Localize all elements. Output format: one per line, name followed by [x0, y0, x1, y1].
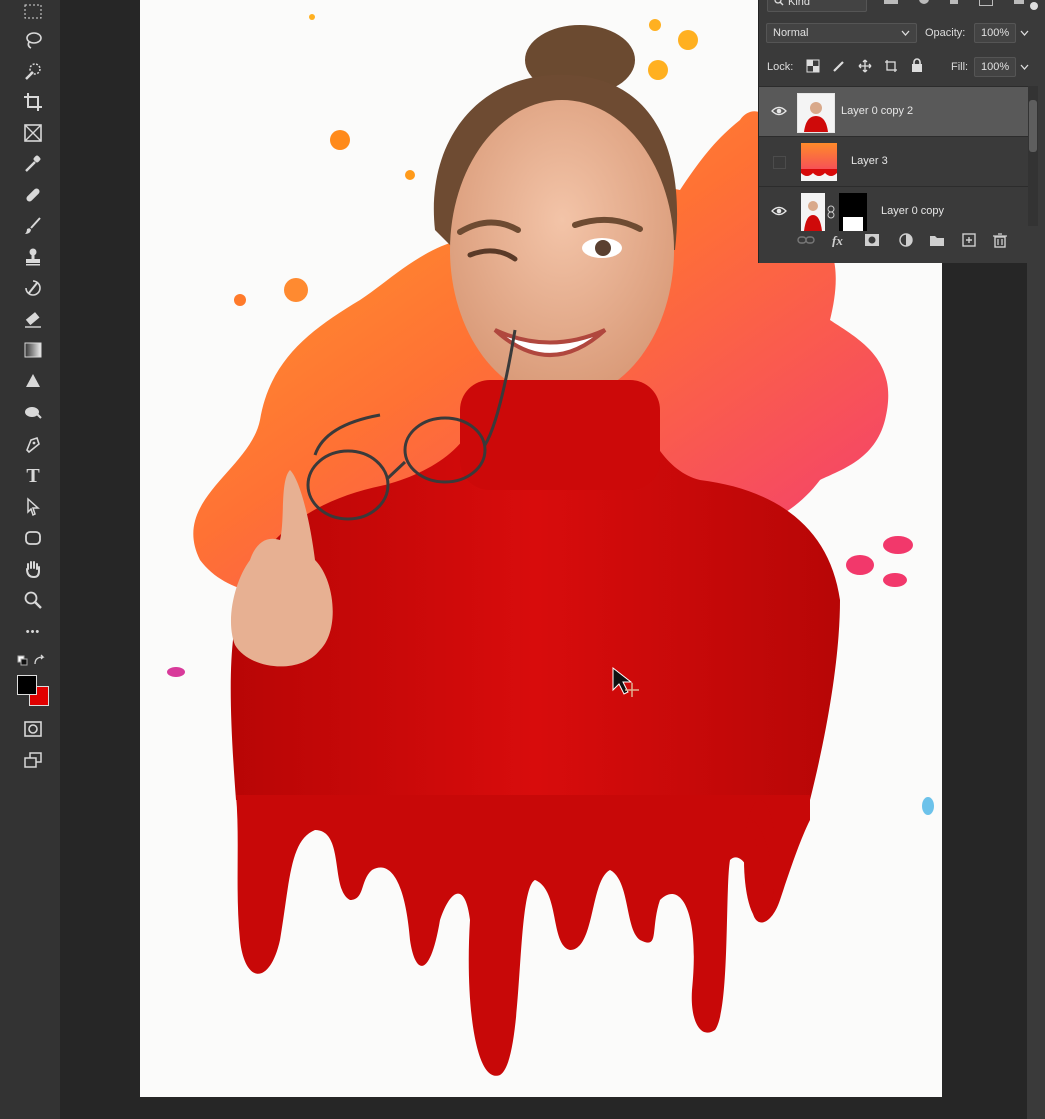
healing-tool-icon[interactable]: [18, 183, 48, 207]
fill-field[interactable]: 100%: [974, 57, 1016, 77]
fx-icon[interactable]: fx: [831, 232, 849, 248]
layer-row-layer-3[interactable]: Layer 3: [759, 136, 1029, 186]
opacity-label: Opacity:: [925, 27, 966, 39]
layer-name: Layer 0 copy 2: [841, 105, 914, 117]
layer-thumbnail: [801, 193, 825, 231]
svg-text:fx: fx: [832, 233, 843, 247]
more-tools-icon[interactable]: •••: [18, 620, 48, 644]
paint-drips: [236, 795, 810, 1076]
stamp-tool-icon[interactable]: [18, 245, 48, 269]
brush-tool-icon[interactable]: [18, 214, 48, 238]
group-folder-icon[interactable]: [928, 232, 946, 248]
blur-tool-icon[interactable]: [18, 369, 48, 393]
lock-position-icon[interactable]: [858, 59, 872, 76]
lock-pixels-icon[interactable]: [832, 59, 846, 76]
gradient-tool-icon[interactable]: [18, 338, 48, 362]
adjustment-layer-icon[interactable]: [897, 232, 915, 248]
mask-link-icon[interactable]: [827, 205, 835, 222]
new-layer-icon[interactable]: [960, 232, 978, 248]
foreground-color-swatch[interactable]: [17, 675, 37, 695]
filter-kind-select[interactable]: Kind: [767, 0, 867, 12]
filter-kind-label: Kind: [788, 0, 811, 8]
quick-mask-icon[interactable]: [18, 717, 48, 741]
shape-tool-icon[interactable]: [18, 526, 48, 550]
zoom-tool-icon[interactable]: [18, 588, 48, 612]
splash-drop: [284, 278, 308, 302]
splash-drop: [405, 170, 415, 180]
layers-scrollbar[interactable]: [1028, 86, 1038, 226]
hand-tool-icon[interactable]: [18, 557, 48, 581]
marquee-tool-icon[interactable]: [18, 0, 48, 24]
eyedropper-tool-icon[interactable]: [18, 152, 48, 176]
splash-drop: [846, 555, 874, 575]
layer-row-layer-0-copy[interactable]: Layer 0 copy: [759, 186, 1029, 236]
fill-value: 100%: [981, 61, 1010, 73]
right-panel-edge: [1027, 263, 1045, 1119]
splash-drop: [883, 573, 907, 587]
splash-drop: [649, 19, 661, 31]
search-icon: [774, 0, 784, 9]
history-brush-tool-icon[interactable]: [18, 276, 48, 300]
splash-drop: [883, 536, 913, 554]
visibility-eye-icon[interactable]: [771, 204, 787, 218]
splash-drop: [330, 130, 350, 150]
screen-mode-icon[interactable]: [18, 748, 48, 772]
chevron-down-icon: [901, 27, 910, 39]
splash-drop: [648, 60, 668, 80]
splash-drop: [922, 797, 934, 815]
swap-colors-icon[interactable]: [17, 654, 47, 668]
layer-thumbnail: [797, 93, 835, 133]
eraser-tool-icon[interactable]: [18, 307, 48, 331]
opacity-field[interactable]: 100%: [974, 23, 1016, 43]
trash-icon[interactable]: [991, 232, 1009, 248]
scroll-thumb[interactable]: [1029, 100, 1037, 152]
splash-drop: [167, 667, 185, 677]
opacity-value: 100%: [981, 27, 1010, 39]
layer-thumbnail: [801, 143, 837, 181]
type-tool-icon[interactable]: T: [18, 464, 48, 488]
visibility-off-box[interactable]: [773, 156, 786, 169]
pupil: [595, 240, 611, 256]
layer-mask-thumbnail[interactable]: [839, 193, 867, 231]
add-mask-icon[interactable]: [863, 232, 881, 248]
quick-select-tool-icon[interactable]: [18, 59, 48, 83]
pen-tool-icon[interactable]: [18, 432, 48, 456]
fill-label: Fill:: [951, 61, 969, 73]
filter-toggle[interactable]: [1024, 0, 1045, 14]
lasso-tool-icon[interactable]: [18, 28, 48, 52]
filter-type-icon[interactable]: [950, 0, 958, 4]
splash-drop: [234, 294, 246, 306]
layer-row-layer-0-copy-2[interactable]: Layer 0 copy 2: [759, 86, 1029, 136]
splash-drop: [309, 14, 315, 20]
link-layers-icon[interactable]: [797, 232, 815, 248]
splash-drop: [678, 30, 698, 50]
frame-tool-icon[interactable]: [18, 121, 48, 145]
lock-label: Lock:: [767, 61, 794, 73]
blend-mode-select[interactable]: Normal: [766, 23, 917, 43]
filter-pixel-icon[interactable]: [884, 0, 898, 4]
filter-icons: [884, 0, 1024, 8]
filter-shape-icon[interactable]: [979, 0, 993, 6]
opacity-chevron-icon[interactable]: [1020, 27, 1029, 39]
scroll-up-icon: [1029, 90, 1037, 94]
lock-transparent-icon[interactable]: [806, 59, 820, 76]
filter-adjustment-icon[interactable]: [919, 0, 929, 4]
tools-panel: T •••: [0, 0, 60, 1119]
crop-tool-icon[interactable]: [18, 90, 48, 114]
lock-artboard-icon[interactable]: [884, 59, 898, 76]
visibility-eye-icon[interactable]: [771, 104, 787, 118]
layer-name: Layer 3: [851, 155, 888, 167]
blend-mode-value: Normal: [773, 27, 809, 39]
filter-smart-object-icon[interactable]: [1014, 0, 1024, 4]
dodge-tool-icon[interactable]: [18, 400, 48, 424]
path-select-tool-icon[interactable]: [18, 495, 48, 519]
layer-name: Layer 0 copy: [881, 205, 944, 217]
fill-chevron-icon[interactable]: [1020, 61, 1029, 73]
layers-panel: Kind Normal Opacity: 100% Lock: Fill: 10…: [758, 0, 1045, 263]
lock-all-icon[interactable]: [911, 58, 923, 76]
